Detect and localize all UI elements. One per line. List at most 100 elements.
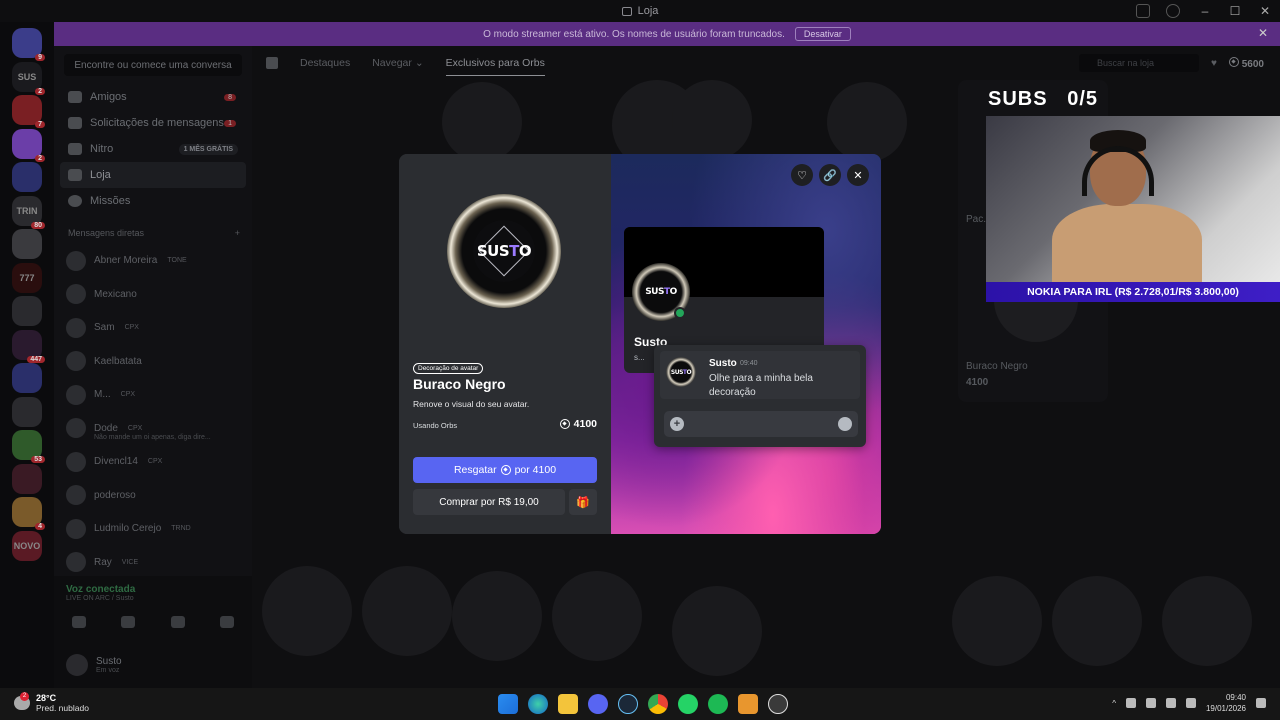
soundboard-icon[interactable]	[220, 616, 235, 628]
bg-decoration-preview	[827, 82, 907, 162]
server-icon[interactable]	[12, 396, 42, 427]
volume-icon[interactable]	[1165, 698, 1176, 708]
buy-button[interactable]: Comprar por R$ 19,00	[413, 489, 565, 515]
weather-widget[interactable]: 2 28°C Pred. nublado	[14, 692, 89, 713]
avatar	[66, 351, 86, 372]
server-icon[interactable]: NOVO	[12, 530, 42, 561]
server-icon[interactable]: 53	[12, 430, 45, 463]
voice-channel[interactable]: LIVE ON ARC / Susto	[66, 595, 252, 602]
heart-icon[interactable]: ♡	[791, 164, 813, 186]
disable-streamer-button[interactable]: Desativar	[794, 27, 851, 41]
sidebar-item-friends[interactable]: Amigos 8	[60, 84, 246, 110]
clock-time: 09:40	[1225, 693, 1246, 702]
file-explorer-icon[interactable]	[558, 694, 578, 714]
redeem-button[interactable]: Resgatar por 4100	[413, 457, 597, 483]
chrome-icon[interactable]	[648, 694, 668, 714]
conversation-search-input[interactable]: Encontre ou comece uma conversa	[64, 54, 242, 76]
edge-icon[interactable]	[528, 694, 548, 714]
camera-icon[interactable]	[71, 616, 86, 628]
dm-name: Ludmilo Cerejo	[94, 523, 162, 535]
clock[interactable]: 09:40 19/01/2026	[1206, 692, 1246, 714]
battery-icon[interactable]	[1185, 698, 1196, 708]
sidebar-item-nitro[interactable]: Nitro 1 MÊS GRÁTIS	[60, 136, 246, 162]
sidebar-item-message-requests[interactable]: Solicitações de mensagens 1	[60, 110, 246, 136]
chat-author: Susto	[709, 358, 737, 369]
dm-item[interactable]: Dode CPX Não mande um oi apenas, diga dire…	[66, 412, 252, 446]
tab-featured[interactable]: Destaques	[300, 57, 350, 69]
close-icon[interactable]: ✕	[847, 164, 869, 186]
shop-home-icon[interactable]	[266, 57, 278, 69]
close-window-button[interactable]: ✕	[1250, 0, 1280, 22]
logo-part: SUS	[476, 242, 510, 260]
server-icon[interactable]: 2	[12, 128, 45, 162]
orbs-balance[interactable]: 5600	[1228, 56, 1264, 70]
dm-item[interactable]: M... CPX	[66, 378, 252, 412]
tab-orbs-exclusive[interactable]: Exclusivos para Orbs	[445, 57, 545, 76]
obs-icon[interactable]	[768, 694, 788, 714]
requests-badge: 1	[224, 119, 236, 127]
emoji-icon[interactable]	[838, 417, 852, 431]
server-icon[interactable]: 9	[12, 28, 45, 61]
wishlist-heart-icon[interactable]: ♥	[1211, 58, 1217, 69]
server-icon[interactable]	[12, 296, 42, 326]
dm-item[interactable]: Ludmilo Cerejo TRND	[66, 512, 252, 546]
server-icon[interactable]	[12, 229, 42, 259]
spotify-icon[interactable]	[708, 694, 728, 714]
chat-input[interactable]: +	[664, 411, 858, 437]
mic-icon[interactable]	[1125, 698, 1136, 708]
server-icon[interactable]: 777	[12, 262, 42, 293]
activities-icon[interactable]	[170, 616, 185, 628]
close-banner-icon[interactable]: ✕	[1258, 26, 1268, 40]
bg-decoration-preview	[262, 566, 352, 656]
server-badge: 4	[35, 523, 45, 530]
user-status: Em voz	[96, 667, 120, 674]
dm-item[interactable]: Abner Moreira TONE	[66, 244, 252, 278]
sidebar-item-shop[interactable]: Loja	[60, 162, 246, 188]
bg-decoration-preview	[952, 576, 1042, 666]
server-icon[interactable]: SUS 2	[12, 61, 45, 95]
plus-icon[interactable]: +	[670, 417, 684, 431]
gift-icon[interactable]: 🎁	[569, 489, 597, 515]
dm-item[interactable]: poderoso	[66, 479, 252, 513]
steam-icon[interactable]	[618, 694, 638, 714]
dm-item[interactable]: Sam CPX	[66, 311, 252, 345]
shop-search-input[interactable]: Buscar na loja	[1079, 54, 1200, 72]
logo-part: SUS	[645, 287, 664, 297]
start-menu-icon[interactable]	[498, 694, 518, 714]
tab-browse[interactable]: Navegar ⌄	[372, 57, 423, 69]
weather-badge: 2	[20, 692, 29, 701]
server-icon[interactable]	[12, 463, 42, 494]
dm-header-label: Mensagens diretas	[68, 228, 145, 238]
add-dm-icon[interactable]: +	[235, 228, 240, 238]
minimize-button[interactable]: –	[1190, 0, 1220, 22]
notification-icon[interactable]	[1256, 698, 1266, 708]
user-panel[interactable]: Susto Em voz	[66, 654, 122, 676]
server-badge: 2	[35, 154, 45, 162]
logo-part: SUS	[670, 368, 684, 376]
server-icon[interactable]: 4	[12, 497, 45, 530]
dm-item[interactable]: Ray VICE	[66, 546, 252, 580]
server-icon[interactable]: 447	[12, 329, 45, 363]
whatsapp-icon[interactable]	[678, 694, 698, 714]
avatar	[66, 384, 86, 405]
network-icon[interactable]	[1145, 698, 1156, 708]
dm-item[interactable]: Mexicano	[66, 278, 252, 312]
chevron-up-icon[interactable]: ^	[1112, 699, 1116, 708]
discord-icon[interactable]	[588, 694, 608, 714]
inbox-icon[interactable]	[1136, 4, 1150, 18]
server-icon[interactable]	[12, 363, 42, 393]
window-controls: – ☐ ✕	[1190, 0, 1280, 22]
help-icon[interactable]	[1166, 4, 1180, 18]
server-icon[interactable]: 7	[12, 95, 45, 128]
sidebar-item-quests[interactable]: Missões	[60, 188, 246, 214]
link-icon[interactable]: 🔗	[819, 164, 841, 186]
avatar	[66, 552, 86, 573]
dm-tag: CPX	[120, 391, 136, 399]
screen-share-icon[interactable]	[121, 616, 136, 628]
server-icon[interactable]	[12, 162, 42, 192]
app-icon[interactable]	[738, 694, 758, 714]
maximize-button[interactable]: ☐	[1220, 0, 1250, 22]
dm-item[interactable]: Kaelbatata	[66, 345, 252, 379]
server-icon[interactable]: TRIN 80	[12, 195, 45, 229]
dm-item[interactable]: Divencl14 CPX	[66, 445, 252, 479]
